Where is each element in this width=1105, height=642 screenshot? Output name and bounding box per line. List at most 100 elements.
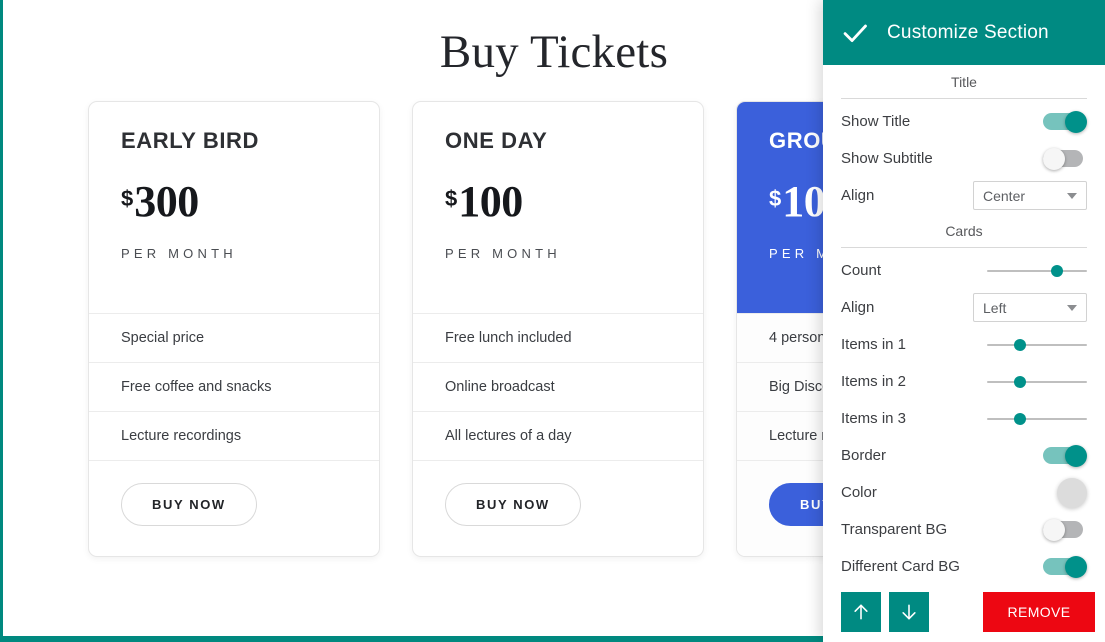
panel-row-label: Align <box>841 299 875 316</box>
chevron-down-icon <box>1067 304 1077 311</box>
slider-thumb[interactable] <box>1014 412 1026 425</box>
panel-title: Customize Section <box>887 21 1049 43</box>
buy-now-button[interactable]: BUY NOW <box>445 483 581 526</box>
panel-row-label: Color <box>841 484 877 501</box>
slider-count[interactable] <box>987 260 1087 282</box>
select-value: Left <box>983 299 1007 316</box>
panel-row-label: Show Title <box>841 113 911 130</box>
pricing-card: EARLY BIRD $300 PER MONTH Special price Free… <box>88 101 380 557</box>
panel-row-label: Border <box>841 447 887 464</box>
panel-row-control: Left <box>969 293 1087 322</box>
panel-row-transparent-bg: Transparent BG <box>841 511 1087 548</box>
pricing-card-feature: Free coffee and snacks <box>89 362 379 411</box>
panel-row-align: Align Left <box>841 289 1087 326</box>
panel-group-title: Title <box>841 65 1087 99</box>
slider-thumb[interactable] <box>1014 375 1026 388</box>
toggle-show-title[interactable] <box>1043 110 1087 133</box>
panel-header: Customize Section <box>823 0 1105 65</box>
slider-rail <box>987 380 1087 383</box>
toggle-knob <box>1043 147 1065 170</box>
panel-row-label: Items in 1 <box>841 336 907 353</box>
slider-items-in-3[interactable] <box>987 408 1087 430</box>
panel-row-control <box>969 260 1087 282</box>
price-value: 300 <box>134 177 199 226</box>
remove-section-button[interactable]: REMOVE <box>983 592 1095 632</box>
panel-row-label: Different Card BG <box>841 558 960 575</box>
panel-row-count: Count <box>841 252 1087 289</box>
panel-row-control: Center <box>969 181 1087 210</box>
panel-row-control <box>969 110 1087 133</box>
slider-rail <box>987 343 1087 346</box>
price-period: PER MONTH <box>121 246 237 261</box>
pricing-card-name: ONE DAY <box>445 128 548 153</box>
toggle-knob <box>1065 444 1087 467</box>
pricing-card: ONE DAY $100 PER MONTH Free lunch included O… <box>412 101 704 557</box>
pricing-card-price: $300 <box>121 180 347 224</box>
card-spacer <box>121 261 347 285</box>
pricing-card-feature: Free lunch included <box>413 313 703 362</box>
select-align[interactable]: Center <box>973 181 1087 210</box>
panel-row-control <box>969 408 1087 430</box>
panel-row-label: Items in 3 <box>841 410 907 427</box>
customize-section-panel: Customize Section Title Show Title Show Su… <box>823 0 1105 642</box>
slider-rail <box>987 417 1087 420</box>
slider-items-in-1[interactable] <box>987 334 1087 356</box>
select-value: Center <box>983 187 1026 204</box>
pricing-card-feature: Special price <box>89 313 379 362</box>
panel-row-label: Align <box>841 187 875 204</box>
check-icon[interactable] <box>841 19 869 47</box>
price-period: PER MONTH <box>445 246 561 261</box>
pricing-card-feature: Lecture recordings <box>89 411 379 460</box>
panel-row-items-in-2: Items in 2 <box>841 363 1087 400</box>
pricing-card-footer: BUY NOW <box>413 460 703 556</box>
panel-row-control <box>969 444 1087 467</box>
pricing-card-feature: Online broadcast <box>413 362 703 411</box>
toggle-border[interactable] <box>1043 444 1087 467</box>
pricing-card-price: $100 <box>445 180 671 224</box>
arrow-down-icon <box>902 604 916 620</box>
toggle-show-subtitle[interactable] <box>1043 147 1087 170</box>
panel-row-label: Show Subtitle <box>841 150 933 167</box>
card-spacer <box>445 261 671 285</box>
color-swatch[interactable] <box>1057 477 1087 508</box>
toggle-knob <box>1065 555 1087 578</box>
panel-body: Title Show Title Show Subtitle Align Center C… <box>823 65 1105 584</box>
select-align[interactable]: Left <box>973 293 1087 322</box>
pricing-card-header: ONE DAY $100 PER MONTH <box>413 102 703 313</box>
price-currency: $ <box>445 186 458 211</box>
panel-row-items-in-3: Items in 3 <box>841 400 1087 437</box>
panel-row-items-in-1: Items in 1 <box>841 326 1087 363</box>
price-currency: $ <box>769 186 782 211</box>
slider-items-in-2[interactable] <box>987 371 1087 393</box>
panel-row-show-title: Show Title <box>841 103 1087 140</box>
panel-row-align: Align Center <box>841 177 1087 214</box>
pricing-card-footer: BUY NOW <box>89 460 379 556</box>
buy-now-button[interactable]: BUY NOW <box>121 483 257 526</box>
pricing-card-name: EARLY BIRD <box>121 128 260 153</box>
panel-row-control <box>969 371 1087 393</box>
panel-footer: REMOVE <box>823 584 1105 642</box>
move-section-up-button[interactable] <box>841 592 881 632</box>
panel-row-label: Items in 2 <box>841 373 907 390</box>
arrow-up-icon <box>854 604 868 620</box>
panel-row-label: Transparent BG <box>841 521 948 538</box>
pricing-card-header: EARLY BIRD $300 PER MONTH <box>89 102 379 313</box>
panel-row-control <box>969 147 1087 170</box>
slider-thumb[interactable] <box>1014 338 1026 351</box>
toggle-different-card-bg[interactable] <box>1043 555 1087 578</box>
panel-row-show-subtitle: Show Subtitle <box>841 140 1087 177</box>
panel-row-border: Border <box>841 437 1087 474</box>
panel-row-color: Color <box>841 474 1087 511</box>
price-currency: $ <box>121 186 134 211</box>
toggle-transparent-bg[interactable] <box>1043 518 1087 541</box>
panel-row-control <box>969 518 1087 541</box>
panel-row-control <box>969 555 1087 578</box>
panel-row-control <box>969 477 1087 508</box>
price-value: 100 <box>458 177 523 226</box>
pricing-card-feature: All lectures of a day <box>413 411 703 460</box>
toggle-knob <box>1043 518 1065 541</box>
move-section-down-button[interactable] <box>889 592 929 632</box>
app-root: Buy Tickets EARLY BIRD $300 PER MONTH Speci… <box>0 0 1105 642</box>
panel-row-label: Count <box>841 262 882 279</box>
slider-thumb[interactable] <box>1051 264 1063 277</box>
